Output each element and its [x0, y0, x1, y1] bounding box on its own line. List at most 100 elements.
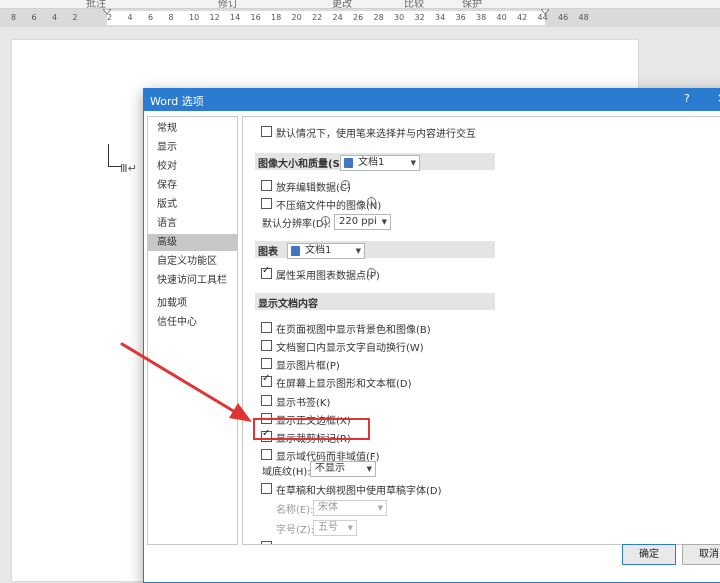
nav-item-language[interactable]: 语言 [148, 215, 237, 232]
display-option-label: 显示图片框(P) [276, 361, 340, 372]
ruler-tick: 16 [250, 13, 261, 22]
ruler-tick: 2 [72, 13, 78, 22]
ribbon-label-protect[interactable]: 保护 [462, 0, 482, 8]
display-option-label: 在屏幕上显示图形和文本框(D) [276, 379, 412, 390]
draft-font-checkbox[interactable] [261, 483, 272, 494]
ruler-tick: 26 [353, 13, 364, 22]
nav-item-addins[interactable]: 加载项 [148, 295, 237, 312]
cancel-button[interactable]: 取消 [682, 544, 720, 565]
field-shading-select[interactable]: 不显示 ▼ [310, 461, 376, 477]
ruler-tick: 6 [31, 13, 37, 22]
display-option-label: 在页面视图中显示背景色和图像(B) [276, 325, 431, 336]
font-size-select[interactable]: 五号 ▼ [313, 520, 357, 536]
property-follow-checkbox[interactable] [261, 265, 272, 279]
display-option-checkbox[interactable] [261, 395, 272, 406]
options-nav: 常规 显示 校对 保存 版式 语言 高级 自定义功能区 快速访问工具栏 加载项 … [147, 116, 238, 545]
document-icon [344, 158, 353, 168]
ruler-tick: 28 [373, 13, 384, 22]
image-doc-value: 文档1 [358, 157, 385, 168]
ruler-tick: 20 [291, 13, 302, 22]
chevron-down-icon: ▼ [347, 524, 353, 532]
display-option-checkbox[interactable] [261, 449, 272, 460]
display-section-header: 显示文档内容 [255, 293, 495, 310]
ruler-tick: 6 [148, 13, 154, 22]
discard-edit-checkbox[interactable] [261, 180, 272, 191]
nav-item-trust-center[interactable]: 信任中心 [148, 314, 237, 331]
ruler-tick: 30 [394, 13, 405, 22]
ruler-tick: 10 [189, 13, 200, 22]
chart-doc-select[interactable]: 文档1 ▼ [287, 243, 365, 259]
dialog-titlebar[interactable]: Word 选项 ? × [144, 89, 720, 111]
ruler-tick: 34 [435, 13, 446, 22]
font-name-select[interactable]: 宋体 ▼ [313, 500, 387, 516]
ruler-tick: 12 [209, 13, 220, 22]
nav-item-display[interactable]: 显示 [148, 139, 237, 156]
field-shading-value: 不显示 [315, 463, 345, 474]
discard-edit-label: 放弃编辑数据(C) [276, 183, 351, 194]
chevron-down-icon: ▼ [377, 504, 383, 512]
pen-option-checkbox[interactable] [261, 126, 272, 137]
ribbon-strip: 批注 修订 更改 比较 保护 [0, 0, 720, 9]
info-icon: i [367, 268, 376, 277]
ribbon-label-compare[interactable]: 比较 [404, 0, 424, 8]
horizontal-ruler[interactable]: 8 6 4 2 2 4 6 8 10 12 14 16 18 20 22 24 26 28 30 32 34 36 38 40… [0, 9, 720, 27]
ruler-tick: 42 [517, 13, 528, 22]
property-follow-label: 属性采用图表数据点(P) [276, 271, 380, 282]
ruler-tick: 4 [127, 13, 133, 22]
display-option-checkbox[interactable] [261, 373, 272, 387]
left-indent-marker[interactable] [103, 9, 111, 17]
help-button[interactable]: ? [684, 92, 690, 105]
nav-item-customize-ribbon[interactable]: 自定义功能区 [148, 253, 237, 270]
info-icon: i [367, 197, 376, 206]
ruler-tick: 48 [578, 13, 589, 22]
ruler-tick: 22 [312, 13, 323, 22]
display-option-label: 显示书签(K) [276, 398, 331, 409]
font-size-label: 字号(Z): [276, 525, 315, 536]
ruler-tick: 46 [558, 13, 569, 22]
pen-option-label: 默认情况下，使用笔来选择并与内容进行交互 [276, 129, 476, 140]
ruler-tick: 18 [271, 13, 282, 22]
display-option-checkbox[interactable] [261, 322, 272, 333]
ribbon-label-comments[interactable]: 批注 [86, 0, 106, 8]
chart-doc-value: 文档1 [305, 245, 332, 256]
ruler-tick: 36 [455, 13, 466, 22]
resolution-value: 220 ppi [339, 216, 377, 227]
ruler-tick: 38 [476, 13, 487, 22]
display-section-title: 显示文档内容 [258, 299, 318, 310]
image-size-section-title: 图像大小和质量(S) [258, 159, 345, 170]
right-indent-marker[interactable] [541, 9, 549, 17]
paragraph-mark: Ⅲ↵ [120, 162, 137, 175]
display-option-checkbox[interactable] [261, 340, 272, 351]
nav-item-quick-access[interactable]: 快速访问工具栏 [148, 272, 237, 289]
nav-item-general[interactable]: 常规 [148, 120, 237, 137]
chevron-down-icon: ▼ [381, 218, 387, 226]
ruler-tick: 8 [11, 13, 17, 22]
chevron-down-icon: ▼ [366, 465, 372, 473]
chevron-down-icon: ▼ [410, 159, 416, 167]
ribbon-label-changes[interactable]: 更改 [332, 0, 352, 8]
nav-item-proofing[interactable]: 校对 [148, 158, 237, 175]
chart-section-title: 图表 [258, 247, 278, 258]
ruler-tick: 14 [230, 13, 241, 22]
resolution-select[interactable]: 220 ppi ▼ [334, 214, 391, 230]
ok-button[interactable]: 确定 [622, 544, 676, 565]
image-doc-select[interactable]: 文档1 ▼ [340, 155, 420, 171]
field-shading-label: 域底纹(H): [262, 467, 311, 478]
nav-item-layout[interactable]: 版式 [148, 196, 237, 213]
info-icon: i [341, 180, 350, 189]
font-name-label: 名称(E): [276, 505, 314, 516]
partial-hidden-checkbox[interactable] [261, 541, 272, 544]
font-name-value: 宋体 [318, 502, 338, 513]
advanced-options-panel[interactable]: 默认情况下，使用笔来选择并与内容进行交互 图像大小和质量(S) 文档1 ▼ 放弃… [242, 116, 720, 545]
chevron-down-icon: ▼ [355, 247, 361, 255]
nav-item-advanced[interactable]: 高级 [148, 234, 237, 251]
ruler-tick: 40 [496, 13, 507, 22]
info-icon: i [321, 216, 330, 225]
ribbon-label-track[interactable]: 修订 [218, 0, 238, 8]
draft-font-label: 在草稿和大纲视图中使用草稿字体(D) [276, 486, 442, 497]
highlight-box [253, 418, 370, 440]
ruler-tick: 8 [168, 13, 174, 22]
no-compress-checkbox[interactable] [261, 198, 272, 209]
display-option-checkbox[interactable] [261, 358, 272, 369]
nav-item-save[interactable]: 保存 [148, 177, 237, 194]
